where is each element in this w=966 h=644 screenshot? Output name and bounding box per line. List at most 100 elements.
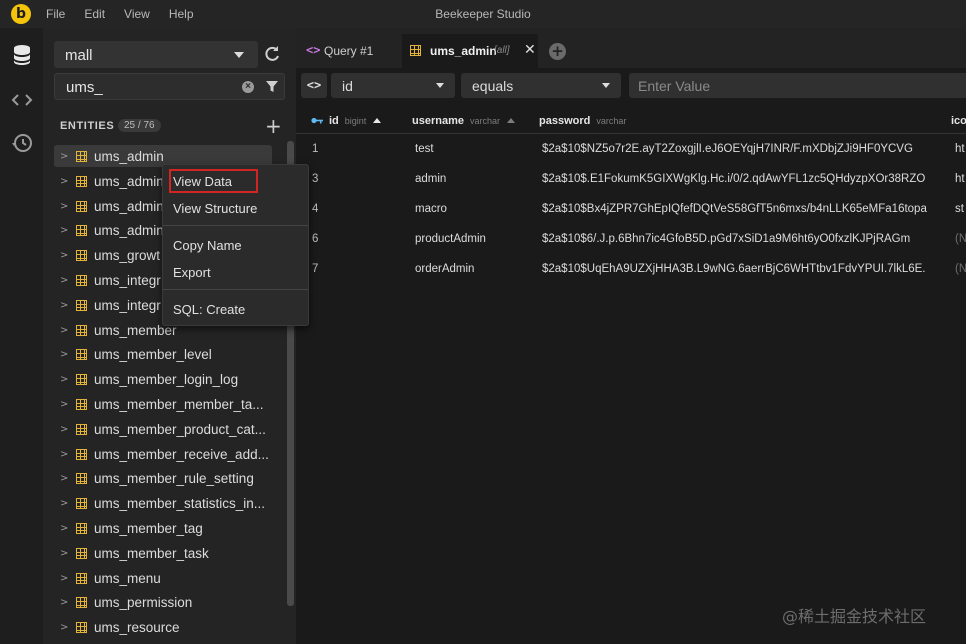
table-icon [76, 175, 87, 187]
sidebar-table-item[interactable]: > ums_permission [54, 591, 273, 616]
table-icon [76, 200, 87, 212]
cell-id[interactable]: 4 [312, 203, 318, 215]
sidebar-table-item[interactable]: > ums_menu [54, 567, 273, 592]
chevron-right-icon[interactable]: > [60, 325, 68, 336]
cell-password[interactable]: $2a$10$.E1FokumK5GIXWgKlg.Hc.i/0/2.qdAwY… [542, 173, 925, 185]
new-tab-icon[interactable]: + [549, 43, 566, 60]
chevron-right-icon[interactable]: > [60, 498, 68, 509]
cell-password[interactable]: $2a$10$Bx4jZPR7GhEpIQfefDQtVeS58GfT5n6mx… [542, 203, 927, 215]
filter-value-input[interactable]: Enter Value [629, 73, 966, 98]
table-name: ums_integr [94, 297, 161, 313]
table-icon [76, 151, 87, 162]
connection-select[interactable]: mall [54, 41, 258, 68]
filter-mode-toggle-icon[interactable]: <> [301, 73, 327, 98]
table-row[interactable]: 4 macro $2a$10$Bx4jZPR7GhEpIQfefDQtVeS58Gf… [296, 195, 966, 225]
table-row[interactable]: 3 admin $2a$10$.E1FokumK5GIXWgKlg.Hc.i/0/2… [296, 165, 966, 195]
sidebar-table-item[interactable]: > ums_member_product_cat... [54, 418, 273, 443]
cell-icon[interactable]: (N [955, 263, 966, 275]
table-name: ums_member_task [94, 545, 209, 561]
title-bar: b File Edit View Help Beekeeper Studio [0, 0, 966, 28]
table-icon [76, 572, 87, 584]
filter-column-select[interactable]: id [331, 73, 455, 98]
sidebar-table-item[interactable]: > ums_member_statistics_in... [54, 492, 273, 517]
chevron-right-icon[interactable]: > [60, 473, 68, 484]
table-icon [76, 299, 87, 311]
chevron-right-icon[interactable]: > [60, 151, 68, 162]
chevron-right-icon[interactable]: > [60, 176, 68, 187]
cell-password[interactable]: $2a$10$NZ5o7r2E.ayT2ZoxgjlI.eJ6OEYqjH7IN… [542, 143, 913, 155]
table-icon [76, 547, 87, 559]
sidebar-table-item[interactable]: > ums_resource [54, 616, 273, 641]
tab-table[interactable]: ums_admin [all] ✕ [402, 34, 538, 68]
chevron-right-icon[interactable]: > [60, 597, 68, 608]
refresh-icon[interactable] [262, 44, 282, 64]
cell-password[interactable]: $2a$10$UqEhA9UZXjHHA3B.L9wNG.6aerrBjC6WH… [542, 263, 926, 275]
add-entity-icon[interactable]: + [265, 114, 282, 138]
table-icon [76, 250, 87, 262]
sidebar-table-item[interactable]: > ums_member_member_ta... [54, 393, 273, 418]
entities-count-badge: 25 / 76 [118, 119, 161, 132]
cell-username[interactable]: macro [415, 203, 447, 215]
menu-item-view-structure[interactable]: View Structure [163, 196, 308, 220]
menu-item-export[interactable]: Export [163, 260, 308, 284]
table-icon [76, 398, 87, 410]
menu-item-copy-name[interactable]: Copy Name [163, 233, 308, 257]
cell-icon[interactable]: (N [955, 233, 966, 245]
table-row[interactable]: 1 test $2a$10$NZ5o7r2E.ayT2ZoxgjlI.eJ6OEYq… [296, 135, 966, 165]
filter-operator-select[interactable]: equals [461, 73, 621, 98]
cell-username[interactable]: productAdmin [415, 233, 486, 245]
chevron-right-icon[interactable]: > [60, 275, 68, 286]
chevron-right-icon[interactable]: > [60, 201, 68, 212]
chevron-right-icon[interactable]: > [60, 399, 68, 410]
clear-filter-icon[interactable]: × [242, 81, 254, 93]
cell-username[interactable]: test [415, 143, 434, 155]
sidebar-table-item[interactable]: > ums_member_task [54, 542, 273, 567]
chevron-right-icon[interactable]: > [60, 374, 68, 385]
cell-id[interactable]: 6 [312, 233, 318, 245]
cell-id[interactable]: 1 [312, 143, 318, 155]
code-icon[interactable] [10, 88, 34, 112]
menu-item-sql-create[interactable]: SQL: Create [163, 297, 308, 321]
cell-username[interactable]: orderAdmin [415, 263, 474, 275]
cell-password[interactable]: $2a$10$6/.J.p.6Bhn7ic4GfoB5D.pGd7xSiD1a9… [542, 233, 910, 245]
cell-icon[interactable]: st [955, 203, 964, 215]
table-filter-value: ums_ [66, 79, 103, 96]
chevron-right-icon[interactable]: > [60, 573, 68, 584]
chevron-right-icon[interactable]: > [60, 300, 68, 311]
history-icon[interactable] [10, 131, 34, 155]
chevron-right-icon[interactable]: > [60, 523, 68, 534]
database-icon[interactable] [10, 43, 34, 67]
menu-item-view-data[interactable]: View Data [169, 169, 258, 193]
table-row[interactable]: 7 orderAdmin $2a$10$UqEhA9UZXjHHA3B.L9wNG.… [296, 255, 966, 285]
chevron-right-icon[interactable]: > [60, 250, 68, 261]
table-icon [76, 274, 87, 286]
filter-icon[interactable] [266, 81, 278, 93]
chevron-right-icon[interactable]: > [60, 548, 68, 559]
chevron-right-icon[interactable]: > [60, 424, 68, 435]
table-filter-input[interactable]: ums_ × [54, 73, 285, 100]
table-icon [76, 225, 87, 237]
sidebar-table-item[interactable]: > ums_member_receive_add... [54, 443, 273, 468]
chevron-right-icon[interactable]: > [60, 622, 68, 633]
cell-icon[interactable]: ht [955, 143, 965, 155]
sidebar-table-item[interactable]: > ums_member_tag [54, 517, 273, 542]
cell-username[interactable]: admin [415, 173, 446, 185]
chevron-right-icon[interactable]: > [60, 225, 68, 236]
filter-column-value: id [342, 78, 353, 94]
sidebar-table-item[interactable]: > ums_member_login_log [54, 368, 273, 393]
table-icon [76, 324, 87, 336]
close-tab-icon[interactable]: ✕ [524, 42, 536, 58]
column-header-id[interactable]: id bigint [311, 112, 382, 127]
column-header-password[interactable]: password varchar [539, 112, 626, 127]
chevron-right-icon[interactable]: > [60, 449, 68, 460]
tab-query[interactable]: <> Query #1 [298, 34, 398, 68]
column-header-username[interactable]: username varchar [412, 112, 515, 127]
sidebar-table-item[interactable]: > ums_member_rule_setting [54, 467, 273, 492]
column-header-icon[interactable]: ico [951, 112, 966, 127]
cell-id[interactable]: 3 [312, 173, 318, 185]
sidebar-table-item[interactable]: > ums_member_level [54, 343, 273, 368]
table-row[interactable]: 6 productAdmin $2a$10$6/.J.p.6Bhn7ic4GfoB5… [296, 225, 966, 255]
cell-icon[interactable]: ht [955, 173, 965, 185]
cell-id[interactable]: 7 [312, 263, 318, 275]
chevron-right-icon[interactable]: > [60, 349, 68, 360]
